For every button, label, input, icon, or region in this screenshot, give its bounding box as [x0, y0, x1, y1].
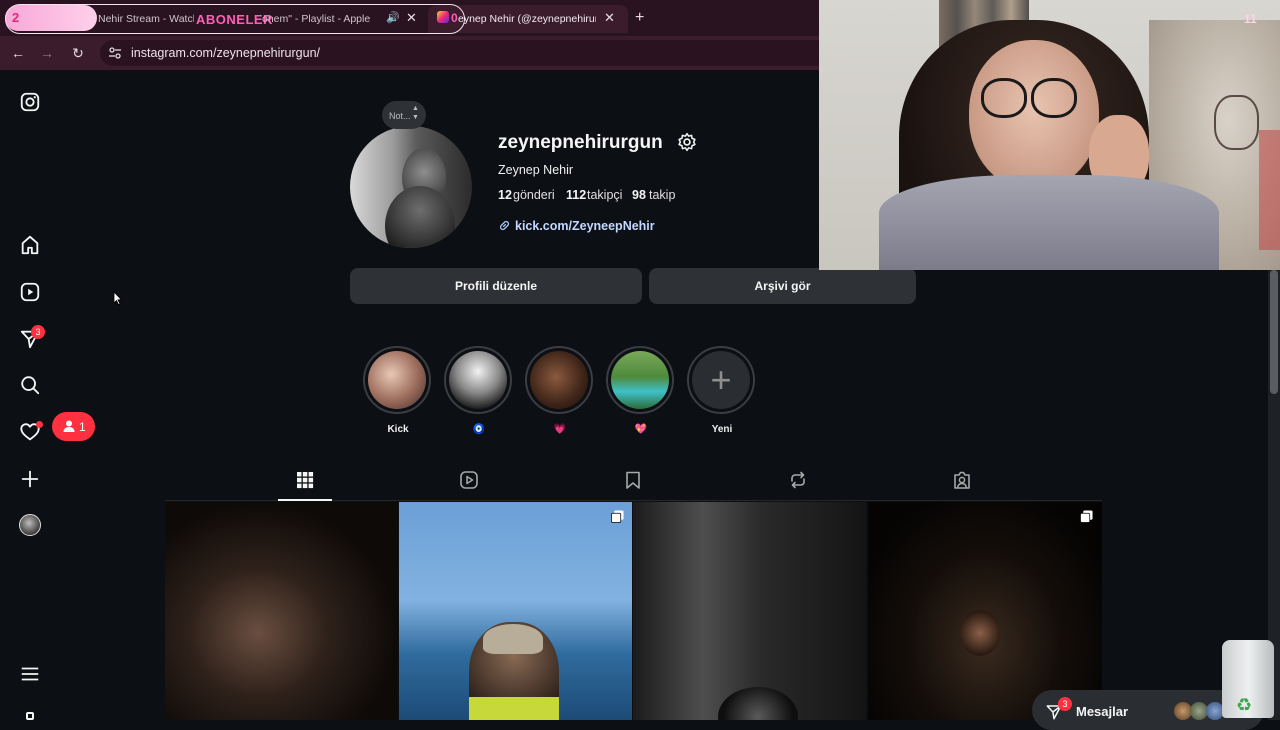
note-arrows-icon: ▲ ▼	[412, 105, 419, 121]
display-name: Zeynep Nehir	[498, 163, 574, 177]
following-label[interactable]: takip	[649, 188, 675, 202]
multi-photo-icon	[1080, 510, 1093, 523]
messages-label: Mesajlar	[1076, 704, 1129, 719]
overlay-outline	[5, 4, 465, 34]
highlight-label-evil-eye: 🧿	[472, 424, 486, 435]
following-count[interactable]: 98	[632, 188, 646, 202]
posts-count: 12	[498, 188, 512, 202]
heart-dot	[36, 421, 43, 428]
post-thumbnail[interactable]	[399, 502, 632, 720]
link-icon	[500, 221, 509, 230]
tab-tagged[interactable]	[952, 470, 976, 494]
tab-instagram-title: eynep Nehir (@zeynepnehirur	[458, 13, 596, 25]
create-icon[interactable]	[19, 468, 41, 490]
posts-label: gönderi	[513, 188, 555, 202]
tab-close-icon[interactable]: ✕	[604, 7, 615, 29]
notification-count: 1	[79, 420, 86, 434]
reposts-icon	[791, 471, 805, 489]
highlight-heart[interactable]	[525, 346, 593, 414]
tab-reposts[interactable]	[788, 470, 812, 494]
highlight-label-new: Yeni	[711, 424, 733, 435]
profile-picture[interactable]	[350, 126, 472, 248]
tab-saved[interactable]	[623, 470, 647, 494]
followers-count[interactable]: 112	[566, 188, 586, 202]
tagged-icon	[954, 471, 970, 489]
new-tab-icon[interactable]: +	[635, 7, 644, 29]
webcam-counter: 11	[1244, 12, 1257, 26]
post-thumbnail[interactable]	[868, 502, 1102, 720]
search-icon[interactable]	[19, 374, 41, 396]
direct-badge: 3	[31, 325, 45, 339]
highlight-kick[interactable]	[363, 346, 431, 414]
messages-badge: 3	[1058, 697, 1072, 711]
instagram-icon[interactable]	[19, 91, 41, 113]
threads-icon[interactable]	[26, 712, 34, 720]
highlight-evil-eye[interactable]	[444, 346, 512, 414]
grid-icon	[297, 472, 314, 489]
post-thumbnail[interactable]	[633, 502, 866, 720]
highlight-label-sparkling-heart: 💖	[634, 424, 648, 435]
edit-profile-button[interactable]: Profili düzenle	[350, 268, 642, 304]
menu-icon[interactable]	[19, 663, 41, 685]
tab-active-indicator	[278, 499, 332, 501]
forward-arrow-icon[interactable]: →	[38, 44, 56, 62]
profile-username: zeynepnehirurgun	[498, 132, 663, 153]
webcam-overlay	[819, 0, 1280, 270]
recycle-icon: ♻	[1236, 695, 1253, 715]
view-archive-button[interactable]: Arşivi gör	[649, 268, 916, 304]
highlight-new[interactable]: +	[687, 346, 755, 414]
plus-icon: +	[710, 359, 732, 400]
reels-tab-icon	[460, 471, 478, 489]
mouse-cursor-icon	[113, 291, 123, 305]
back-arrow-icon[interactable]: ←	[9, 44, 27, 62]
site-settings-icon[interactable]	[108, 46, 122, 60]
note-label: Not...	[389, 111, 411, 121]
multi-photo-icon	[611, 510, 624, 523]
highlight-sparkling-heart[interactable]	[606, 346, 674, 414]
settings-gear-icon[interactable]	[677, 132, 697, 152]
reels-icon[interactable]	[19, 281, 41, 303]
post-thumbnail[interactable]	[165, 502, 398, 720]
followers-label[interactable]: takipçi	[587, 188, 622, 202]
highlight-label-heart: 💗	[553, 424, 567, 435]
follower-icon	[63, 420, 75, 432]
bio-link[interactable]: kick.com/ZeyneepNehir	[515, 219, 655, 233]
avatar[interactable]	[19, 514, 41, 536]
reload-icon[interactable]: ↻	[69, 44, 87, 62]
home-icon[interactable]	[19, 234, 41, 256]
scrollbar-thumb[interactable]	[1270, 270, 1278, 394]
tab-reels[interactable]	[459, 470, 483, 494]
highlight-label-kick: Kick	[387, 424, 409, 435]
tab-posts-grid[interactable]	[295, 470, 319, 494]
url-text[interactable]: instagram.com/zeynepnehirurgun/	[131, 46, 320, 60]
saved-icon	[626, 471, 640, 489]
